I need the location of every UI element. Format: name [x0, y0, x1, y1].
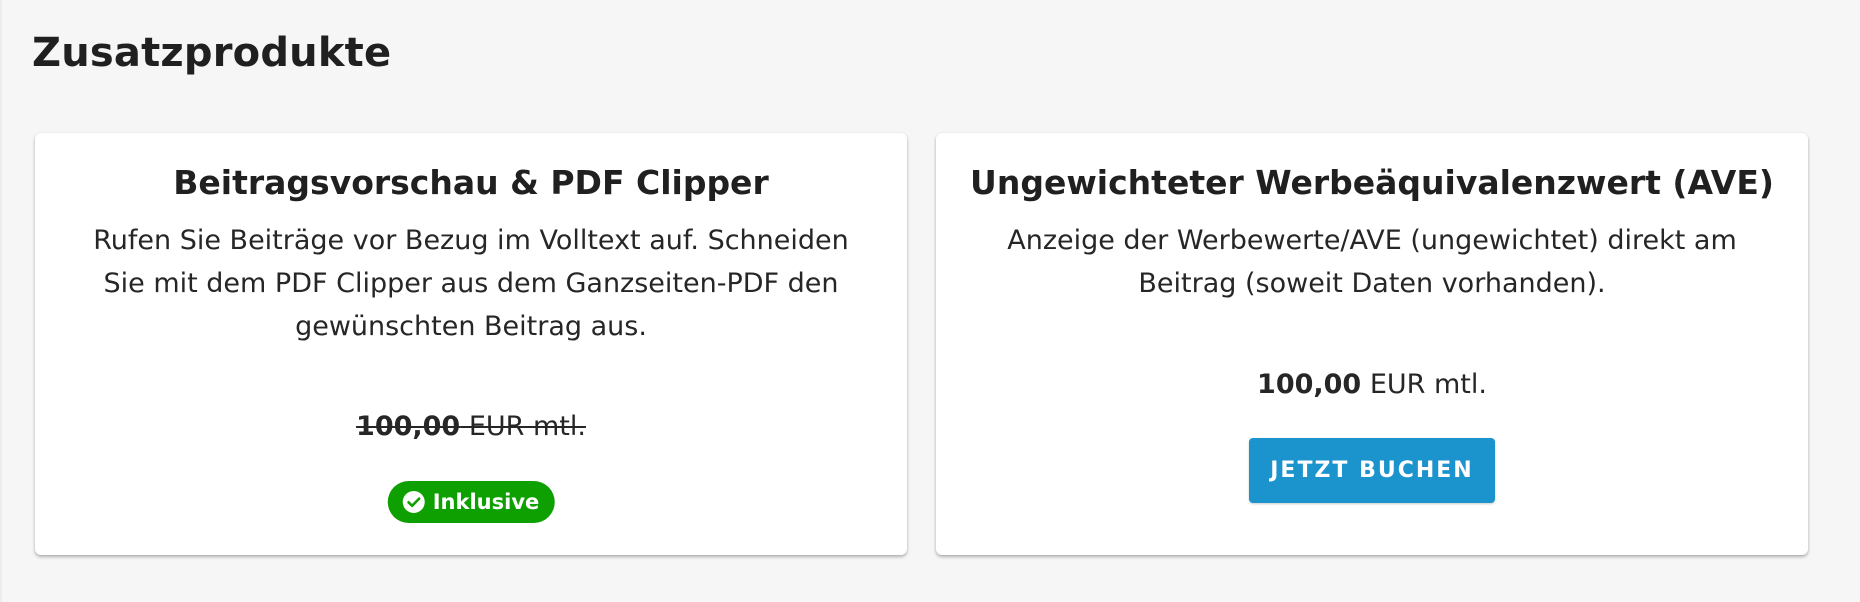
price-amount: 100,00	[356, 411, 461, 442]
product-card-pdf-clipper: Beitragsvorschau & PDF Clipper Rufen Sie…	[35, 133, 907, 555]
price-unit: EUR mtl.	[460, 411, 586, 442]
book-now-button[interactable]: JETZT BUCHEN	[1249, 438, 1495, 503]
product-title: Beitragsvorschau & PDF Clipper	[173, 163, 769, 202]
product-price: 100,00 EUR mtl.	[936, 369, 1808, 400]
product-title: Ungewichteter Werbeäquivalenzwert (AVE)	[970, 163, 1774, 202]
page: Zusatzprodukte Beitragsvorschau & PDF Cl…	[0, 0, 1860, 602]
check-circle-icon	[402, 490, 426, 514]
price-unit: EUR mtl.	[1361, 369, 1487, 400]
included-badge: Inklusive	[387, 481, 555, 523]
product-description: Anzeige der Werbewerte/AVE (ungewichtet)…	[1007, 225, 1737, 299]
product-description: Rufen Sie Beiträge vor Bezug im Volltext…	[93, 225, 849, 342]
badge-label: Inklusive	[432, 490, 540, 514]
product-price: 100,00 EUR mtl.	[35, 411, 907, 442]
price-amount: 100,00	[1257, 369, 1362, 400]
section-title: Zusatzprodukte	[32, 30, 392, 76]
product-card-ave: Ungewichteter Werbeäquivalenzwert (AVE) …	[936, 133, 1808, 555]
